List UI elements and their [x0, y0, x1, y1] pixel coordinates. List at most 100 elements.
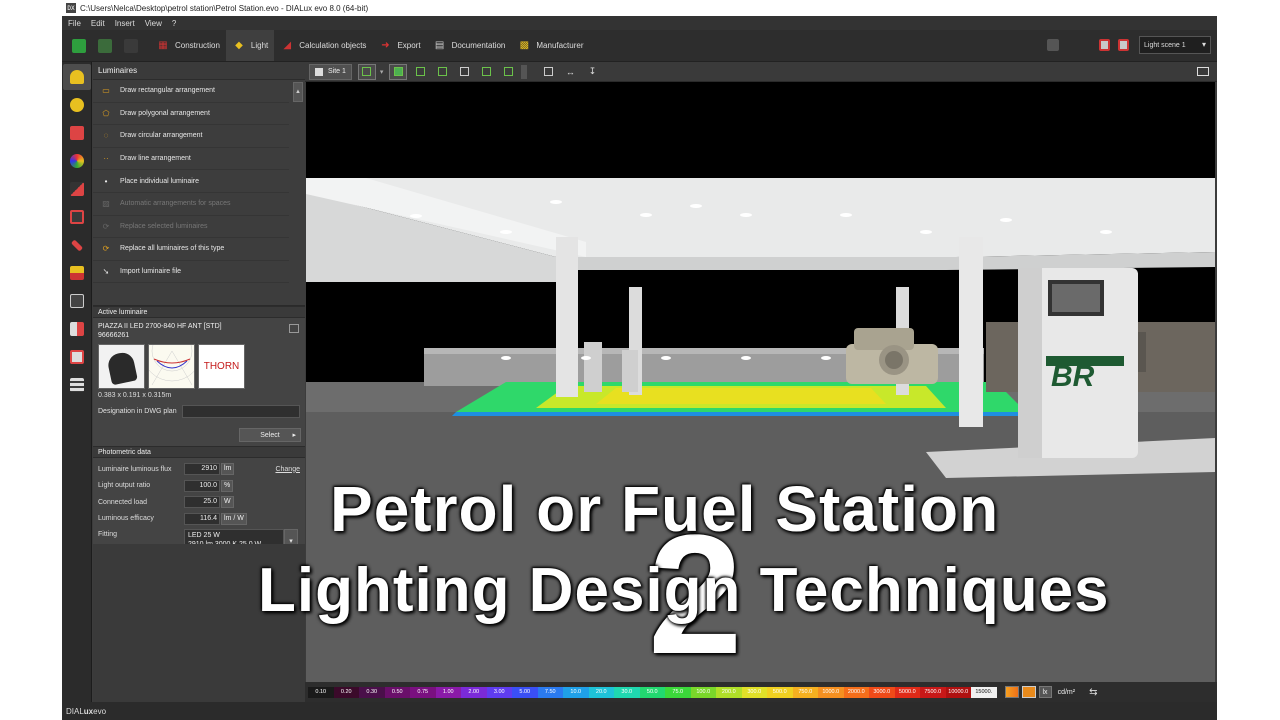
tab-construction[interactable]: ▦ Construction [150, 30, 226, 61]
delete-scene-icon[interactable] [1099, 39, 1110, 51]
light-scene-icon[interactable] [1047, 39, 1059, 51]
rail-frame-button[interactable] [63, 344, 91, 370]
rail-arrange-button[interactable] [63, 120, 91, 146]
view-back-button[interactable] [477, 64, 495, 80]
zoom-fit-button[interactable] [539, 64, 557, 80]
rail-dimming-button[interactable] [63, 176, 91, 202]
rail-graph-button[interactable] [63, 288, 91, 314]
tab-calculation-objects[interactable]: ◢ Calculation objects [274, 30, 372, 61]
draw-circular-arrangement[interactable]: ◌ Draw circular arrangement [93, 125, 289, 148]
rail-split-button[interactable] [63, 316, 91, 342]
tab-manufacturer[interactable]: ▩ Manufacturer [511, 30, 589, 61]
draw-rectangular-arrangement[interactable]: ▭ Draw rectangular arrangement [93, 80, 289, 103]
lum-item-label: Replace all luminaires of this type [120, 245, 225, 253]
rail-layers-button[interactable] [63, 260, 91, 286]
view-mode-button[interactable] [357, 63, 376, 80]
load-value[interactable]: 25.0 [184, 496, 220, 509]
menu-edit[interactable]: Edit [91, 19, 105, 28]
flux-value[interactable]: 2910 [184, 463, 220, 476]
monitor-icon[interactable] [1197, 67, 1209, 76]
collapse-handle-icon[interactable] [521, 64, 528, 79]
dimension-button[interactable]: ↧ [583, 64, 601, 80]
rail-tools-button[interactable] [63, 232, 91, 258]
automatic-arrangements[interactable]: ▨ Automatic arrangements for spaces [93, 193, 289, 216]
view-3d-button[interactable] [389, 63, 408, 80]
rail-color-button[interactable] [63, 148, 91, 174]
tab-export[interactable]: ➜ Export [372, 30, 426, 61]
manufacturer-icon: ▩ [519, 40, 530, 51]
draw-polygonal-arrangement[interactable]: ⬠ Draw polygonal arrangement [93, 103, 289, 126]
place-individual-luminaire[interactable]: • Place individual luminaire [93, 170, 289, 193]
3d-viewport[interactable]: BR [306, 82, 1215, 682]
scale-value: 30.0 [614, 686, 640, 698]
scale-value: 50.0 [639, 686, 665, 698]
unit-cdm2-button[interactable]: cd/m² [1055, 686, 1079, 698]
change-link[interactable]: Change [275, 466, 300, 473]
replace-selected-luminaires[interactable]: ⟳ Replace selected luminaires [93, 216, 289, 239]
menu-view[interactable]: View [145, 19, 162, 28]
view-mode-dropdown-icon[interactable]: ▾ [380, 68, 384, 76]
scale-value: 300.0 [741, 686, 767, 698]
tab-documentation-label: Documentation [451, 41, 506, 50]
view-mode-icon [362, 67, 372, 76]
rail-luminaires-button[interactable] [63, 64, 91, 90]
luminaire-name: PIAZZA II LED 2700-840 HF ANT [STD] [98, 323, 222, 330]
menu-insert[interactable]: Insert [115, 19, 135, 28]
line-arrangement-icon: ·· [103, 154, 109, 164]
scale-value: 10000.0 [945, 686, 971, 698]
remove-scene-icon[interactable] [1118, 39, 1129, 51]
rail-room-button[interactable] [63, 204, 91, 230]
import-luminaire-file[interactable]: ➘ Import luminaire file [93, 261, 289, 284]
isoline-mode-icon[interactable] [1021, 686, 1036, 698]
unit-lux-button[interactable]: lx [1038, 686, 1052, 698]
light-distribution-curve[interactable] [148, 344, 195, 389]
load-unit: W [221, 496, 234, 509]
active-luminaire-section: PIAZZA II LED 2700-840 HF ANT [STD] 9666… [93, 318, 305, 446]
scroll-up-arrow-icon[interactable]: ▲ [293, 82, 303, 102]
rail-tree-button[interactable] [63, 372, 91, 398]
tab-export-label: Export [397, 41, 421, 50]
frame-icon [70, 350, 84, 364]
efficacy-value[interactable]: 116.4 [184, 512, 220, 525]
scale-value: 3.00 [486, 686, 512, 698]
luminaire-photo[interactable] [98, 344, 145, 389]
rail-bulb-button[interactable] [63, 92, 91, 118]
site-selector[interactable]: Site 1 [309, 63, 352, 80]
select-luminaire-button[interactable]: Select [239, 428, 301, 442]
view-front-button[interactable] [433, 64, 451, 80]
tab-documentation[interactable]: ▤ Documentation [427, 30, 512, 61]
lum-item-label: Draw circular arrangement [120, 132, 203, 140]
swap-icon[interactable]: ⇆ [1089, 687, 1097, 698]
replace-all-icon: ⟳ [102, 244, 110, 254]
scale-value: 0.10 [308, 686, 334, 698]
view-floor-button[interactable] [411, 64, 429, 80]
dialux-brand-right: evo [93, 706, 107, 716]
lum-item-label: Draw line arrangement [120, 155, 191, 163]
replace-all-luminaires[interactable]: ⟳ Replace all luminaires of this type [93, 238, 289, 261]
view-iso-button[interactable] [499, 64, 517, 80]
scale-controls: lx cd/m² ⇆ [1004, 686, 1097, 698]
view-side-button[interactable] [455, 64, 473, 80]
draw-line-arrangement[interactable]: ·· Draw line arrangement [93, 148, 289, 171]
lor-value[interactable]: 100.0 [184, 479, 220, 492]
redo-icon[interactable] [124, 38, 138, 53]
save-icon[interactable] [72, 38, 86, 53]
lum-item-label: Import luminaire file [120, 268, 182, 276]
tree-icon [70, 378, 84, 392]
light-scene-select[interactable]: Light scene 1 [1139, 36, 1211, 54]
title-bar: DX C:\Users\Nelca\Desktop\petrol station… [62, 0, 1217, 16]
undo-icon[interactable] [98, 38, 112, 53]
menu-file[interactable]: File [68, 19, 81, 28]
scale-value: 0.50 [384, 686, 410, 698]
dwg-designation-input[interactable] [181, 405, 300, 418]
scale-value: 1.00 [435, 686, 461, 698]
menu-help[interactable]: ? [172, 19, 176, 28]
arrange-icon [70, 126, 84, 140]
tab-light[interactable]: ◆ Light [225, 30, 275, 61]
false-color-mode-icon[interactable] [1004, 686, 1019, 698]
scale-value: 10.0 [563, 686, 589, 698]
scale-value: 20.0 [588, 686, 614, 698]
measure-button[interactable]: ↔ [561, 64, 579, 80]
scale-value: 750.0 [792, 686, 818, 698]
copy-icon[interactable] [289, 324, 299, 333]
